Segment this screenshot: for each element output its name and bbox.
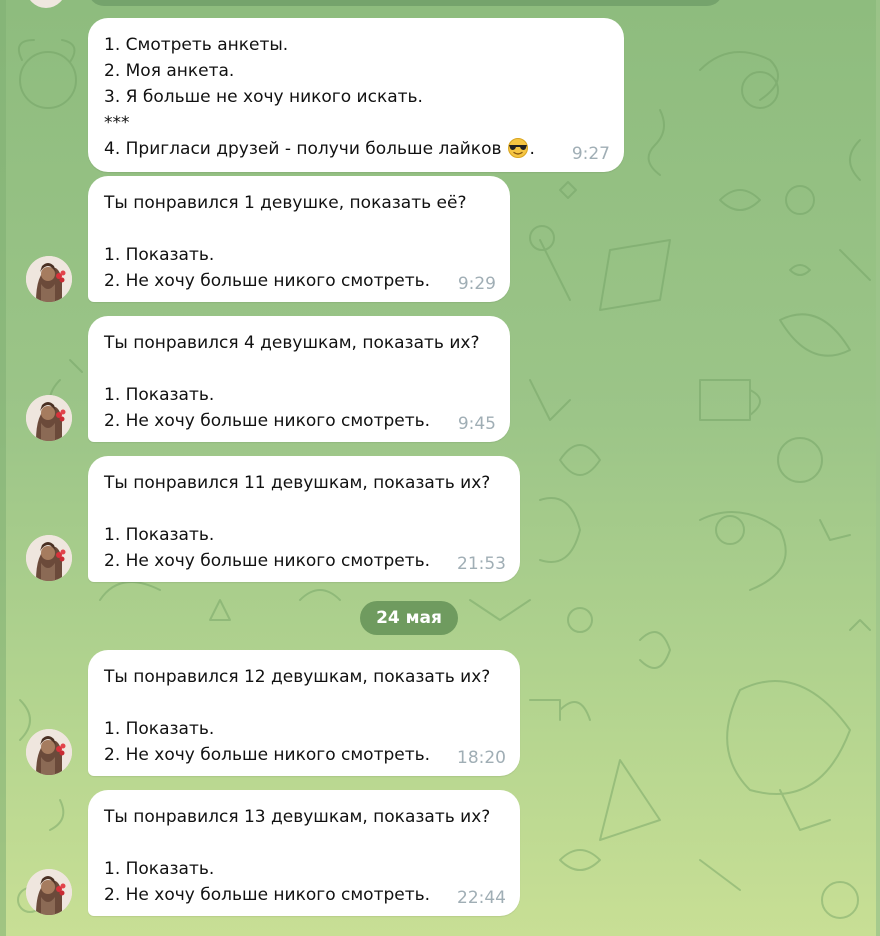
sender-avatar-icon xyxy=(26,535,72,581)
right-edge xyxy=(876,0,880,936)
message-time: 22:44 xyxy=(457,888,506,908)
message-line: Ты понравился 4 девушкам, показать их? xyxy=(104,333,480,353)
message-line: Ты понравился 12 девушкам, показать их? xyxy=(104,667,491,687)
message-bubble[interactable]: Ты понравился 1 девушке, показать её? 1.… xyxy=(88,176,510,302)
avatar[interactable] xyxy=(26,729,72,775)
message-line: 2. Моя анкета. xyxy=(104,61,235,81)
message-line xyxy=(104,830,506,856)
message-bubble[interactable]: Ты понравился 11 девушкам, показать их? … xyxy=(88,456,520,582)
message-line xyxy=(104,216,496,242)
message-line: 2. Не хочу больше никого смотреть. xyxy=(104,551,431,571)
message-line: Ты понравился 1 девушке, показать её? xyxy=(104,193,467,213)
message-bubble[interactable]: Ты понравился 13 девушкам, показать их? … xyxy=(88,790,520,916)
sunglasses-emoji-icon xyxy=(507,138,528,158)
message-line: Ты понравился 13 девушкам, показать их? xyxy=(104,807,491,827)
message-line: 2. Не хочу больше никого смотреть. xyxy=(104,271,431,291)
message-line xyxy=(104,496,506,522)
message-trailing-char: . xyxy=(529,139,535,159)
chat-view: 1. Смотреть анкеты. 2. Моя анкета. 3. Я … xyxy=(0,0,880,936)
message-line-text: 4. Пригласи друзей - получи больше лайко… xyxy=(104,139,502,159)
previous-message-edge xyxy=(88,0,723,6)
avatar[interactable] xyxy=(26,869,72,915)
message-time: 9:45 xyxy=(457,414,496,434)
previous-avatar-edge xyxy=(26,0,66,8)
message-line: 1. Показать. xyxy=(104,859,215,879)
message-line: 3. Я больше не хочу никого искать. xyxy=(104,87,423,107)
message-time: 9:27 xyxy=(571,144,610,164)
message-line: 2. Не хочу больше никого смотреть. xyxy=(104,885,431,905)
message-bubble[interactable]: 1. Смотреть анкеты. 2. Моя анкета. 3. Я … xyxy=(88,18,624,172)
sender-avatar-icon xyxy=(26,729,72,775)
avatar[interactable] xyxy=(26,535,72,581)
message-line: 4. Пригласи друзей - получи больше лайко… xyxy=(104,136,610,162)
message-line: Ты понравился 11 девушкам, показать их? xyxy=(104,473,491,493)
message-line: 2. Не хочу больше никого смотреть. xyxy=(104,411,431,431)
message-time: 18:20 xyxy=(457,748,506,768)
date-separator: 24 мая xyxy=(360,601,458,635)
message-time: 9:29 xyxy=(457,274,496,294)
message-line: 1. Показать. xyxy=(104,719,215,739)
message-time: 21:53 xyxy=(457,554,506,574)
avatar[interactable] xyxy=(26,256,72,302)
avatar[interactable] xyxy=(26,395,72,441)
message-line: 1. Смотреть анкеты. xyxy=(104,35,289,55)
message-line xyxy=(104,356,496,382)
message-bubble[interactable]: Ты понравился 4 девушкам, показать их? 1… xyxy=(88,316,510,442)
sender-avatar-icon xyxy=(26,395,72,441)
message-line: *** xyxy=(104,113,130,133)
left-edge xyxy=(0,0,6,936)
message-bubble[interactable]: Ты понравился 12 девушкам, показать их? … xyxy=(88,650,520,776)
message-line: 1. Показать. xyxy=(104,245,215,265)
message-line: 2. Не хочу больше никого смотреть. xyxy=(104,745,431,765)
message-line: 1. Показать. xyxy=(104,385,215,405)
sender-avatar-icon xyxy=(26,869,72,915)
sender-avatar-icon xyxy=(26,256,72,302)
message-line xyxy=(104,690,506,716)
message-line: 1. Показать. xyxy=(104,525,215,545)
